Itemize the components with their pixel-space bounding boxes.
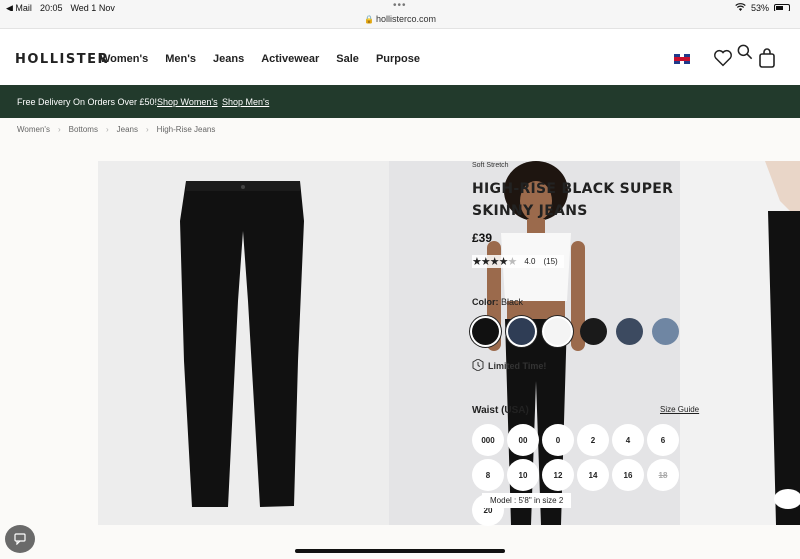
swatch-black-2[interactable] — [580, 318, 607, 345]
nav-women[interactable]: Women's — [100, 53, 148, 65]
color-label-text: Color: — [472, 297, 499, 307]
home-indicator[interactable] — [295, 549, 505, 553]
site-logo[interactable]: HOLLISTER — [15, 52, 109, 67]
swatch-mid-blue[interactable] — [616, 318, 643, 345]
chat-icon[interactable] — [5, 525, 35, 553]
promo-bar: Free Delivery On Orders Over £50! Shop W… — [0, 85, 800, 118]
breadcrumb-women[interactable]: Women's — [17, 125, 50, 134]
product-price: £39 — [472, 231, 493, 245]
promo-text: Free Delivery On Orders Over £50! — [17, 97, 158, 107]
waist-label: Waist (USA) — [472, 405, 529, 416]
shop-men-link[interactable]: Shop Men's — [222, 97, 269, 107]
size-option[interactable]: 000 — [472, 424, 504, 456]
nav-purpose[interactable]: Purpose — [376, 53, 420, 65]
clock-icon — [472, 358, 484, 373]
uk-flag-icon[interactable] — [674, 54, 690, 64]
breadcrumb: Women's › Bottoms › Jeans › High-Rise Je… — [17, 125, 215, 134]
size-option[interactable]: 12 — [542, 459, 574, 491]
swatch-dark-blue[interactable] — [508, 318, 535, 345]
size-option[interactable]: 6 — [647, 424, 679, 456]
size-grid: 000 00 0 2 4 6 8 10 12 14 16 18 20 — [472, 424, 687, 526]
nav-activewear[interactable]: Activewear — [261, 53, 319, 65]
main-nav: Women's Men's Jeans Activewear Sale Purp… — [100, 53, 420, 65]
product-rating[interactable]: ★★★★★ 4.0 (15) — [472, 255, 564, 268]
chevron-right-icon: › — [57, 125, 61, 134]
chevron-right-icon: › — [146, 125, 149, 134]
site-header: HOLLISTER Women's Men's Jeans Activewear… — [0, 30, 800, 85]
swatch-light-blue[interactable] — [652, 318, 679, 345]
swatch-black-selected[interactable] — [472, 318, 499, 345]
limited-time-text: Limited Time! — [488, 361, 547, 371]
size-option[interactable]: 16 — [612, 459, 644, 491]
size-option[interactable]: 10 — [507, 459, 539, 491]
size-option[interactable]: 8 — [472, 459, 504, 491]
product-tag: Soft Stretch — [472, 162, 509, 169]
product-image-flat[interactable] — [98, 161, 389, 525]
swatch-white[interactable] — [544, 318, 571, 345]
size-option[interactable]: 14 — [577, 459, 609, 491]
model-size-note: Model : 5'8" in size 2 — [482, 493, 572, 508]
shopping-bag-icon[interactable] — [757, 47, 779, 69]
nav-jeans[interactable]: Jeans — [213, 53, 244, 65]
color-swatches — [472, 318, 679, 345]
multitask-dots-icon[interactable]: ••• — [393, 0, 407, 11]
color-value: Black — [501, 297, 524, 307]
search-icon[interactable] — [735, 42, 757, 64]
size-option[interactable]: 00 — [507, 424, 539, 456]
size-option[interactable]: 0 — [542, 424, 574, 456]
wishlist-heart-icon[interactable] — [712, 47, 734, 69]
rating-value: 4.0 — [524, 257, 536, 266]
breadcrumb-bottoms[interactable]: Bottoms — [69, 125, 98, 134]
size-option[interactable]: 4 — [612, 424, 644, 456]
color-label: Color: Black — [472, 297, 523, 307]
nav-sale[interactable]: Sale — [336, 53, 359, 65]
lock-icon: 🔒 — [364, 15, 374, 24]
url-bar[interactable]: 🔒 hollisterco.com — [0, 11, 800, 29]
size-option-unavailable[interactable]: 18 — [647, 459, 679, 491]
chevron-right-icon: › — [105, 125, 109, 134]
shop-women-link[interactable]: Shop Women's — [157, 97, 218, 107]
size-guide-link[interactable]: Size Guide — [660, 405, 699, 414]
size-option[interactable]: 2 — [577, 424, 609, 456]
breadcrumb-high-rise[interactable]: High-Rise Jeans — [157, 125, 216, 134]
star-rating-icon: ★★★★★ — [472, 256, 517, 268]
limited-time-badge: Limited Time! — [472, 358, 547, 373]
breadcrumb-jeans[interactable]: Jeans — [117, 125, 138, 134]
nav-men[interactable]: Men's — [165, 53, 196, 65]
rating-count: (15) — [543, 257, 558, 266]
product-title: HIGH-RISE BLACK SUPER SKINNY JEANS — [472, 181, 674, 219]
url-text: hollisterco.com — [375, 14, 436, 24]
